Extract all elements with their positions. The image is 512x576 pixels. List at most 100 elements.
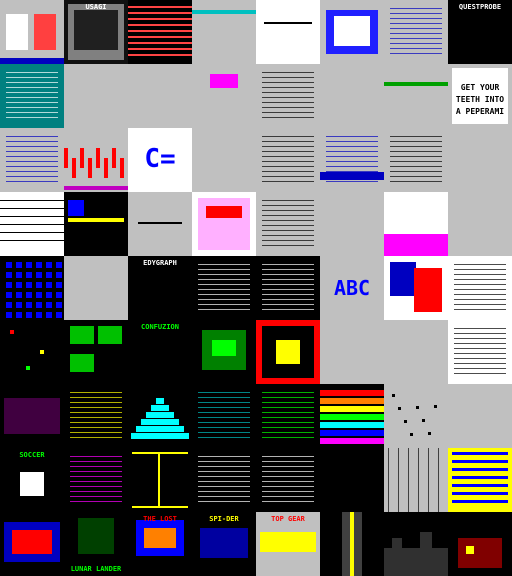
thumbnail-tile[interactable]: [64, 64, 128, 128]
thumbnail-tile[interactable]: [192, 448, 256, 512]
thumbnail-tile[interactable]: [0, 256, 64, 320]
thumbnail-tile[interactable]: [256, 64, 320, 128]
text-lines: [6, 136, 58, 184]
thumbnail-tile[interactable]: [0, 0, 64, 64]
thumbnail-tile[interactable]: [384, 128, 448, 192]
thumbnail-tile[interactable]: [192, 384, 256, 448]
thumbnail-tile[interactable]: [64, 192, 128, 256]
thumbnail-tile[interactable]: [256, 448, 320, 512]
thumbnail-tile[interactable]: [256, 128, 320, 192]
thumbnail-tile[interactable]: [192, 192, 256, 256]
thumbnail-tile[interactable]: SPI-DER: [192, 512, 256, 576]
thumbnail-tile[interactable]: [64, 448, 128, 512]
thumbnail-tile[interactable]: [128, 64, 192, 128]
thumbnail-tile[interactable]: [0, 384, 64, 448]
thumbnail-tile[interactable]: [128, 384, 192, 448]
thumbnail-tile[interactable]: [320, 512, 384, 576]
thumbnail-tile[interactable]: [64, 320, 128, 384]
thumbnail-tile[interactable]: CONFUZION: [128, 320, 192, 384]
color-band: [0, 224, 64, 225]
color-band: [128, 30, 192, 32]
thumbnail-tile[interactable]: [448, 512, 512, 576]
thumbnail-tile[interactable]: [192, 64, 256, 128]
thumbnail-tile[interactable]: [448, 320, 512, 384]
thumbnail-tile[interactable]: C=: [128, 128, 192, 192]
thumbnail-tile[interactable]: TOP GEAR: [256, 512, 320, 576]
graphic-block: [46, 282, 52, 288]
graphic-block: [10, 330, 14, 334]
thumbnail-tile[interactable]: [384, 64, 448, 128]
tile-title: THE LOST: [143, 516, 177, 523]
thumbnail-tile[interactable]: [448, 448, 512, 512]
thumbnail-tile[interactable]: [320, 384, 384, 448]
thumbnail-tile[interactable]: [256, 320, 320, 384]
thumbnail-tile[interactable]: QUESTPROBE: [448, 0, 512, 64]
thumbnail-tile[interactable]: [256, 256, 320, 320]
thumbnail-tile[interactable]: GET YOUR TEETH INTO A PEPERAMI: [448, 64, 512, 128]
text-lines: [6, 72, 58, 120]
thumbnail-tile[interactable]: [384, 320, 448, 384]
thumbnail-tile[interactable]: [192, 256, 256, 320]
graphic-block: [56, 292, 62, 298]
graphic-block: [418, 448, 419, 512]
thumbnail-tile[interactable]: [448, 384, 512, 448]
thumbnail-tile[interactable]: [128, 448, 192, 512]
thumbnail-tile[interactable]: [384, 448, 448, 512]
thumbnail-tile[interactable]: [320, 320, 384, 384]
thumbnail-tile[interactable]: LUNAR LANDER: [64, 512, 128, 576]
graphic-block: [156, 398, 164, 404]
text-lines: [198, 264, 250, 312]
thumbnail-tile[interactable]: [0, 192, 64, 256]
thumbnail-tile[interactable]: [448, 192, 512, 256]
thumbnail-tile[interactable]: [320, 128, 384, 192]
thumbnail-tile[interactable]: [0, 128, 64, 192]
thumbnail-tile[interactable]: [192, 0, 256, 64]
thumbnail-tile[interactable]: THE LOST: [128, 512, 192, 576]
thumbnail-tile[interactable]: [320, 448, 384, 512]
graphic-block: [458, 538, 502, 568]
thumbnail-tile[interactable]: EDYGRAPH: [128, 256, 192, 320]
thumbnail-tile[interactable]: SOCCER: [0, 448, 64, 512]
graphic-block: [452, 476, 508, 479]
graphic-block: [388, 448, 389, 512]
graphic-block: [404, 420, 407, 423]
thumbnail-tile[interactable]: [0, 320, 64, 384]
thumbnail-tile[interactable]: [448, 256, 512, 320]
thumbnail-tile[interactable]: [448, 128, 512, 192]
screenshot-grid: USAGI QUESTPROBE GET YOUR TEETH INTO A PEP…: [0, 0, 512, 576]
thumbnail-tile[interactable]: [256, 384, 320, 448]
thumbnail-tile[interactable]: [384, 256, 448, 320]
thumbnail-tile[interactable]: [192, 320, 256, 384]
tile-title: USAGI: [85, 4, 107, 11]
thumbnail-tile[interactable]: [0, 64, 64, 128]
graphic-block: [390, 262, 416, 296]
thumbnail-tile[interactable]: [384, 0, 448, 64]
graphic-block: [4, 398, 60, 434]
thumbnail-tile[interactable]: [320, 64, 384, 128]
graphic-block: [74, 10, 118, 50]
graphic-block: [350, 512, 354, 576]
thumbnail-tile[interactable]: [128, 192, 192, 256]
graphic-block: [46, 262, 52, 268]
thumbnail-tile[interactable]: [384, 512, 448, 576]
thumbnail-tile[interactable]: [128, 0, 192, 64]
color-band: [128, 36, 192, 38]
thumbnail-tile[interactable]: [192, 128, 256, 192]
thumbnail-tile[interactable]: [64, 256, 128, 320]
graphic-block: [410, 433, 413, 436]
graphic-block: [392, 538, 402, 548]
thumbnail-tile[interactable]: [320, 0, 384, 64]
thumbnail-tile[interactable]: [384, 192, 448, 256]
graphic-block: [416, 406, 419, 409]
thumbnail-tile[interactable]: ABC: [320, 256, 384, 320]
thumbnail-tile[interactable]: [256, 0, 320, 64]
thumbnail-tile[interactable]: [320, 192, 384, 256]
thumbnail-tile[interactable]: [64, 384, 128, 448]
thumbnail-tile[interactable]: [0, 512, 64, 576]
graphic-block: [452, 492, 508, 495]
thumbnail-tile[interactable]: [64, 128, 128, 192]
graphic-block: [6, 282, 12, 288]
thumbnail-tile[interactable]: [384, 384, 448, 448]
thumbnail-tile[interactable]: [256, 192, 320, 256]
thumbnail-tile[interactable]: USAGI: [64, 0, 128, 64]
